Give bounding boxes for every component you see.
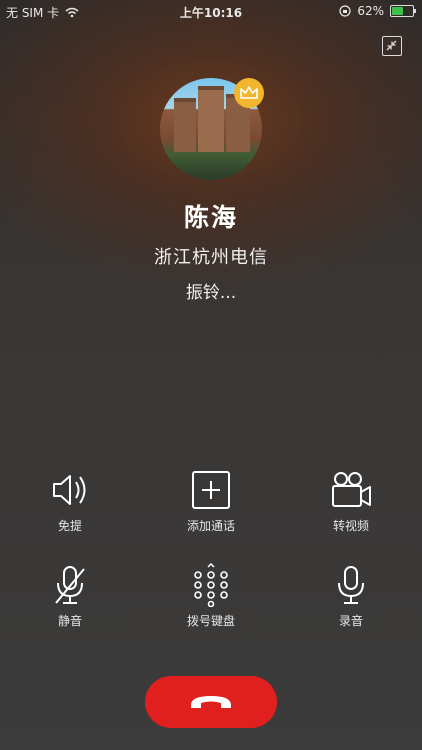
mic-off-icon	[55, 566, 85, 604]
speaker-button[interactable]: 免提	[15, 468, 125, 534]
battery-icon	[390, 5, 416, 17]
dialpad-button[interactable]: 拨号键盘	[156, 563, 266, 629]
mute-button[interactable]: 静音	[15, 563, 125, 629]
caller-name: 陈海	[183, 203, 238, 232]
battery-fill	[392, 7, 404, 15]
switch-video-label: 转视频	[332, 519, 369, 533]
call-status: 振铃...	[185, 283, 237, 303]
minimize-call-button[interactable]	[382, 36, 402, 56]
end-call-button[interactable]	[145, 676, 277, 728]
speaker-label: 免提	[57, 519, 82, 533]
minimize-icon	[386, 40, 397, 51]
crown-icon	[240, 86, 258, 99]
status-right: 62%	[339, 4, 416, 18]
add-call-button[interactable]: 添加通话	[156, 468, 266, 534]
add-call-label: 添加通话	[186, 519, 235, 533]
video-camera-icon	[332, 472, 371, 507]
speaker-icon	[53, 475, 86, 505]
status-bar: 无 SIM 卡 上午10:16 62%	[0, 0, 422, 22]
caller-location: 浙江杭州电信	[154, 247, 268, 268]
battery-tip	[414, 9, 416, 13]
hang-up-icon	[191, 696, 231, 708]
microphone-icon	[338, 566, 364, 604]
mute-label: 静音	[57, 614, 82, 628]
caller-avatar	[160, 78, 264, 182]
vip-crown-badge	[234, 78, 264, 108]
dialpad-label: 拨号键盘	[186, 614, 235, 628]
dialpad-icon	[194, 563, 228, 607]
record-button[interactable]: 录音	[296, 563, 406, 629]
add-call-icon	[192, 471, 230, 509]
rotation-lock-icon	[339, 5, 351, 17]
battery-percent: 62%	[357, 4, 384, 18]
record-label: 录音	[338, 614, 363, 628]
switch-video-button[interactable]: 转视频	[296, 468, 406, 534]
